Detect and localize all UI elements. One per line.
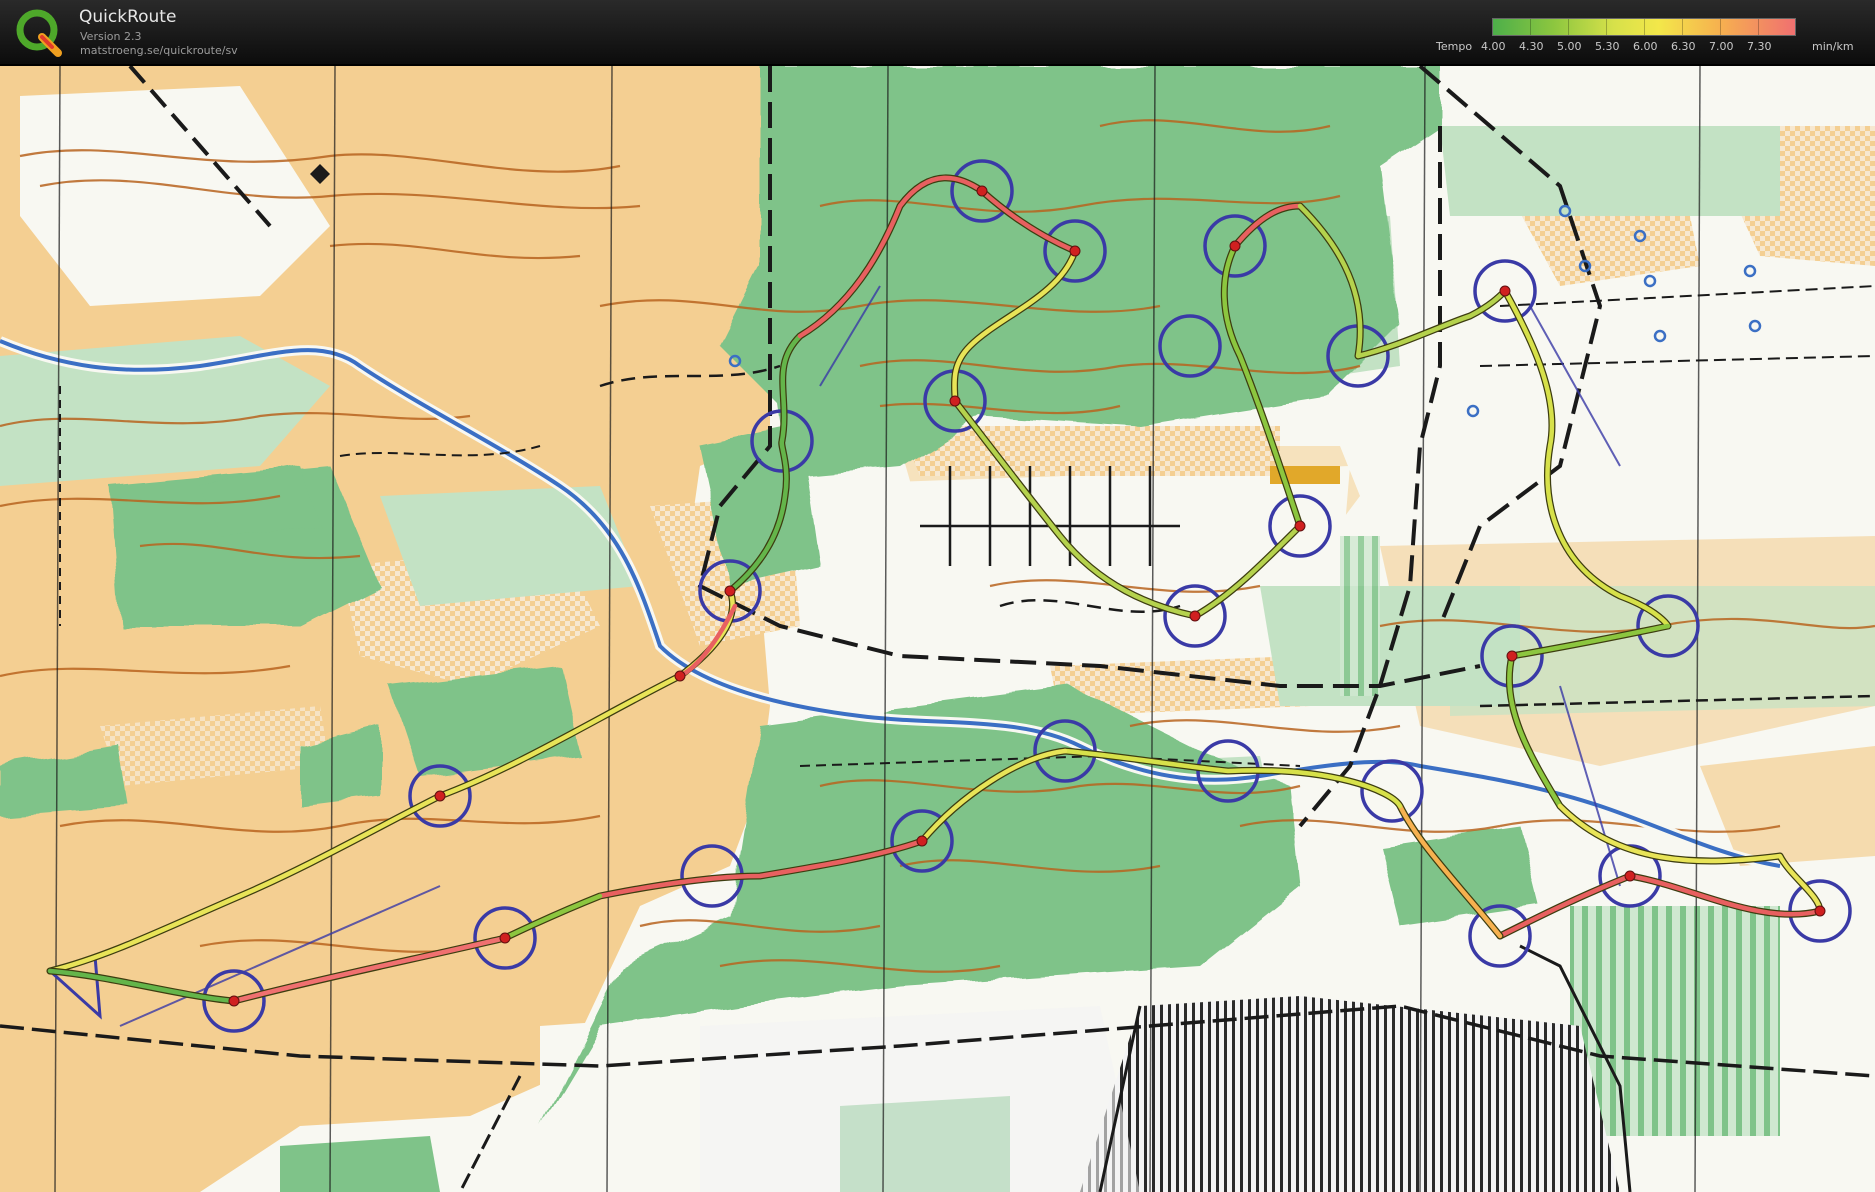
legend-prefix: Tempo bbox=[1436, 40, 1473, 53]
pace-legend: Tempo 4.00 4.30 5.00 5.30 6.00 6.30 7.00… bbox=[1430, 16, 1870, 56]
app-version: Version 2.3 bbox=[80, 30, 142, 43]
legend-label: 5.00 bbox=[1557, 40, 1582, 53]
legend-label: 7.30 bbox=[1747, 40, 1772, 53]
pace-color-scale bbox=[1492, 18, 1796, 36]
legend-label: 4.30 bbox=[1519, 40, 1544, 53]
legend-label: 6.00 bbox=[1633, 40, 1658, 53]
striped-green-area bbox=[1570, 906, 1780, 1136]
legend-label: 4.00 bbox=[1481, 40, 1506, 53]
app-title: QuickRoute bbox=[79, 7, 177, 27]
striped-green-area bbox=[1340, 536, 1380, 696]
legend-label: 5.30 bbox=[1595, 40, 1620, 53]
green-patch-southwest bbox=[280, 1136, 440, 1192]
quickroute-viewer: QuickRoute Version 2.3 matstroeng.se/qui… bbox=[0, 0, 1875, 1192]
legend-unit: min/km bbox=[1812, 40, 1854, 53]
top-bar: QuickRoute Version 2.3 matstroeng.se/qui… bbox=[0, 0, 1875, 66]
app-url: matstroeng.se/quickroute/sv bbox=[80, 44, 238, 57]
quickroute-logo-icon bbox=[16, 9, 62, 57]
industrial-area bbox=[700, 1006, 1140, 1192]
legend-label: 7.00 bbox=[1709, 40, 1734, 53]
legend-label: 6.30 bbox=[1671, 40, 1696, 53]
orienteering-map[interactable] bbox=[0, 66, 1875, 1192]
